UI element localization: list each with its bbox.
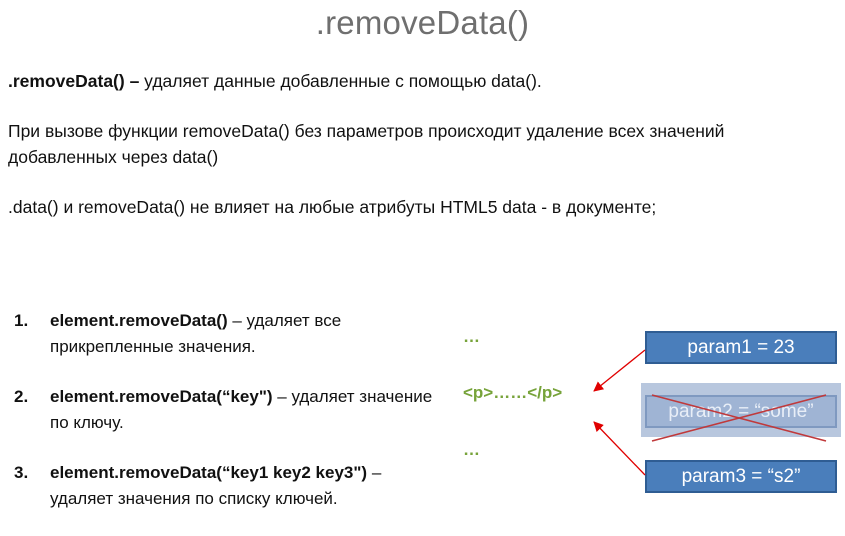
list-number: 3. [14,463,29,482]
paragraph-intro: .removeData() – удаляет данные добавленн… [8,68,542,94]
param2-removed-highlight: param2 = “some” [641,383,841,437]
ellipsis-top: … [463,327,480,346]
list-code: element.removeData() [50,311,228,330]
paragraph-no-params: При вызове функции removeData() без пара… [8,121,725,167]
list-code: element.removeData(“key1 key2 key3") [50,463,368,482]
list-code: element.removeData(“key") [50,387,273,406]
intro-bold: .removeData() – [8,71,140,91]
list-number: 2. [14,387,29,406]
list-item: 2. element.removeData(“key") – удаляет з… [14,384,434,436]
param3-box: param3 = “s2” [645,460,837,493]
p-tag: <p>……</p> [463,383,563,402]
param2-box: param2 = “some” [645,395,837,428]
list-item: 3. element.removeData(“key1 key2 key3") … [14,460,434,512]
slide-title: .removeData() [315,4,530,41]
list-number: 1. [14,311,29,330]
param1-box: param1 = 23 [645,331,837,364]
intro-text: удаляет данные добавленные с помощью dat… [139,71,542,91]
arrow-param1 [593,349,646,392]
ellipsis-bottom: … [463,440,480,459]
usage-list: 1. element.removeData() – удаляет все пр… [14,308,434,536]
list-item: 1. element.removeData() – удаляет все пр… [14,308,434,360]
paragraph-html5-note: .data() и removeData() не влияет на любы… [8,197,657,217]
arrow-param3 [593,421,646,476]
